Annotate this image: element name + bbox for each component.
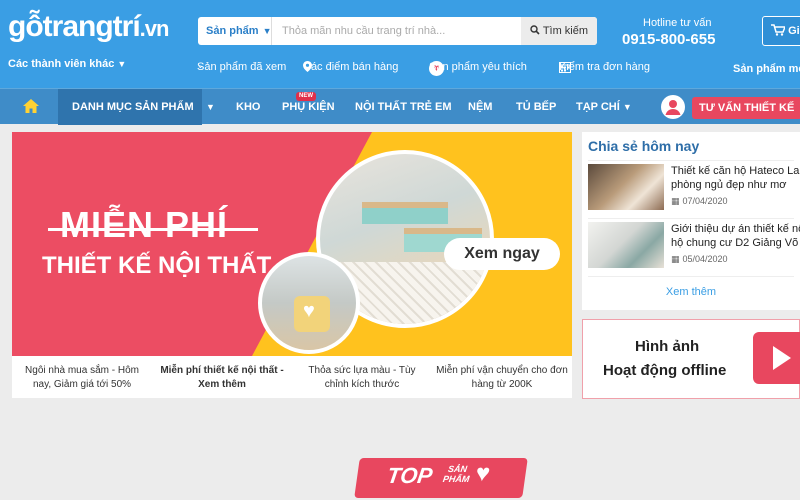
share-post[interactable]: Giới thiệu dự án thiết kế nộ hộ chung cư… (588, 222, 800, 270)
design-advice-button[interactable]: TƯ VẤN THIẾT KẾ (692, 97, 800, 119)
share-title: Chia sẻ hôm nay (588, 138, 700, 154)
post-thumbnail[interactable] (588, 164, 664, 210)
post-date-text: 05/04/2020 (682, 254, 728, 264)
logo-domain: .vn (139, 16, 170, 41)
banner-caption-tab[interactable]: Thỏa sức lựa màu - Tùy chỉnh kích thước (292, 356, 432, 398)
post-title[interactable]: Thiết kế căn hộ Hateco La phòng ngủ đẹp … (671, 164, 800, 192)
cart-label: Giỏ (788, 25, 800, 37)
search-input[interactable] (272, 17, 521, 45)
banner-pillow-image (258, 252, 360, 354)
hotline-label: Hotline tư vấn (643, 17, 712, 29)
new-badge: NEW (296, 92, 316, 101)
caret-down-icon: ▼ (622, 102, 632, 112)
post-title[interactable]: Giới thiệu dự án thiết kế nộ hộ chung cư… (671, 222, 800, 250)
members-dropdown[interactable]: Các thành viên khác ▼ (8, 58, 126, 70)
post-thumbnail[interactable] (588, 222, 664, 268)
chevron-down-icon: ▼ (117, 59, 127, 69)
search-button-label: Tìm kiếm (542, 25, 589, 37)
post-date: ▦ 05/04/2020 (671, 254, 728, 265)
hotline-number[interactable]: 0915-800-655 (622, 31, 715, 48)
banner-cta-button[interactable]: Xem ngay (444, 238, 560, 270)
cart-button[interactable]: Giỏ (762, 16, 800, 46)
search-icon (530, 25, 543, 37)
search-bar: Sản phẩm▼ Tìm kiếm (198, 17, 597, 45)
see-more-link[interactable]: Xem thêm (582, 286, 800, 298)
divider (588, 218, 794, 219)
nav-item-magazine-label: TẠP CHÍ (576, 101, 620, 113)
caret-down-icon: ▼ (262, 26, 272, 36)
search-category-select[interactable]: Sản phẩm ▼ (198, 17, 272, 45)
home-icon[interactable] (22, 89, 44, 125)
post-title-line: hộ chung cư D2 Giảng Võ (671, 237, 799, 249)
new-products-link[interactable]: Sản phẩm mới (733, 63, 800, 75)
top-badge-subtext-line: PHẨM (442, 474, 471, 484)
banner-headline: MIỄN PHÍ (60, 204, 229, 245)
nav-item-mattress[interactable]: NỆM (468, 89, 492, 125)
nav-item-kho[interactable]: KHO (236, 89, 260, 125)
cart-icon (771, 24, 788, 37)
favorites-label: Sản phẩm yêu thích (429, 61, 527, 73)
banner-caption-tab[interactable]: Miễn phí vận chuyển cho đơn hàng từ 200K (432, 356, 572, 398)
post-date-text: 07/04/2020 (682, 196, 728, 206)
search-category-label: Sản phẩm (206, 25, 259, 37)
share-post[interactable]: Thiết kế căn hộ Hateco La phòng ngủ đẹp … (588, 164, 800, 212)
calendar-icon: ▦ (671, 196, 680, 206)
members-label: Các thành viên khác (8, 58, 115, 70)
top-badge-subtext-line: SẢN (447, 464, 468, 474)
logo-text: gỗtrangtrí (8, 10, 141, 43)
user-avatar-icon[interactable] (661, 95, 685, 119)
nav-item-kids-furniture[interactable]: NỘI THẤT TRẺ EM (355, 89, 452, 125)
post-title-line: Thiết kế căn hộ Hateco La (671, 165, 800, 177)
caret-down-icon[interactable]: ▼ (206, 89, 215, 125)
banner-subheadline: THIẾT KẾ NỘI THẤT (42, 252, 272, 279)
post-title-line: Giới thiệu dự án thiết kế nộ (671, 223, 800, 235)
top-products-badge: TOP SẢN PHẨM ♥ (354, 458, 528, 498)
share-today-panel: Chia sẻ hôm nay Thiết kế căn hộ Hateco L… (582, 132, 800, 310)
main-nav: DANH MỤC SẢN PHẨM ▼ KHO NEW PHỤ KIỆN NỘI… (0, 88, 800, 125)
offline-activity-banner[interactable]: Hình ảnh Hoạt động offline (582, 319, 800, 399)
offline-title-line2: Hoạt động offline (603, 362, 727, 379)
viewed-products-label: Sản phẩm đã xem (197, 61, 287, 73)
banner-captions: Ngôi nhà mua sắm - Hôm nay, Giảm giá tới… (12, 356, 572, 398)
banner-caption-tab[interactable]: Miễn phí thiết kế nội thất - Xem thêm (152, 356, 292, 398)
offline-title-line1: Hình ảnh (635, 338, 700, 355)
nav-item-magazine[interactable]: TẠP CHÍ ▼ (576, 89, 632, 125)
calendar-icon: ▦ (671, 254, 680, 264)
order-check-label: Kiểm tra đơn hàng (559, 61, 650, 73)
divider (588, 160, 794, 161)
top-badge-text: TOP (385, 463, 434, 488)
category-menu[interactable]: DANH MỤC SẢN PHẨM (58, 89, 202, 125)
heart-icon: ♥ (473, 460, 492, 487)
banner-strike-line (48, 228, 258, 231)
search-button[interactable]: Tìm kiếm (521, 17, 597, 45)
nav-item-phu-kien[interactable]: NEW PHỤ KIỆN (282, 89, 335, 125)
post-title-line: phòng ngủ đẹp như mơ (671, 179, 787, 191)
banner-caption-tab[interactable]: Ngôi nhà mua sắm - Hôm nay, Giảm giá tới… (12, 356, 152, 398)
top-badge-subtext: SẢN PHẨM (442, 464, 471, 484)
nav-item-kitchen-cabinet[interactable]: TỦ BẾP (516, 89, 556, 125)
chevron-down-icon: ⌄ (197, 61, 204, 70)
nav-item-phu-kien-label: PHỤ KIỆN (282, 101, 335, 113)
site-header: gỗtrangtrí.vn Các thành viên khác ▼ Sản p… (0, 0, 800, 88)
post-date: ▦ 07/04/2020 (671, 196, 728, 207)
promo-banner[interactable]: MIỄN PHÍ THIẾT KẾ NỘI THẤT Xem ngay (12, 132, 572, 356)
divider (588, 276, 794, 277)
play-icon[interactable] (753, 332, 800, 384)
site-logo[interactable]: gỗtrangtrí.vn (8, 10, 170, 44)
stores-label: Các điểm bán hàng (303, 61, 399, 73)
